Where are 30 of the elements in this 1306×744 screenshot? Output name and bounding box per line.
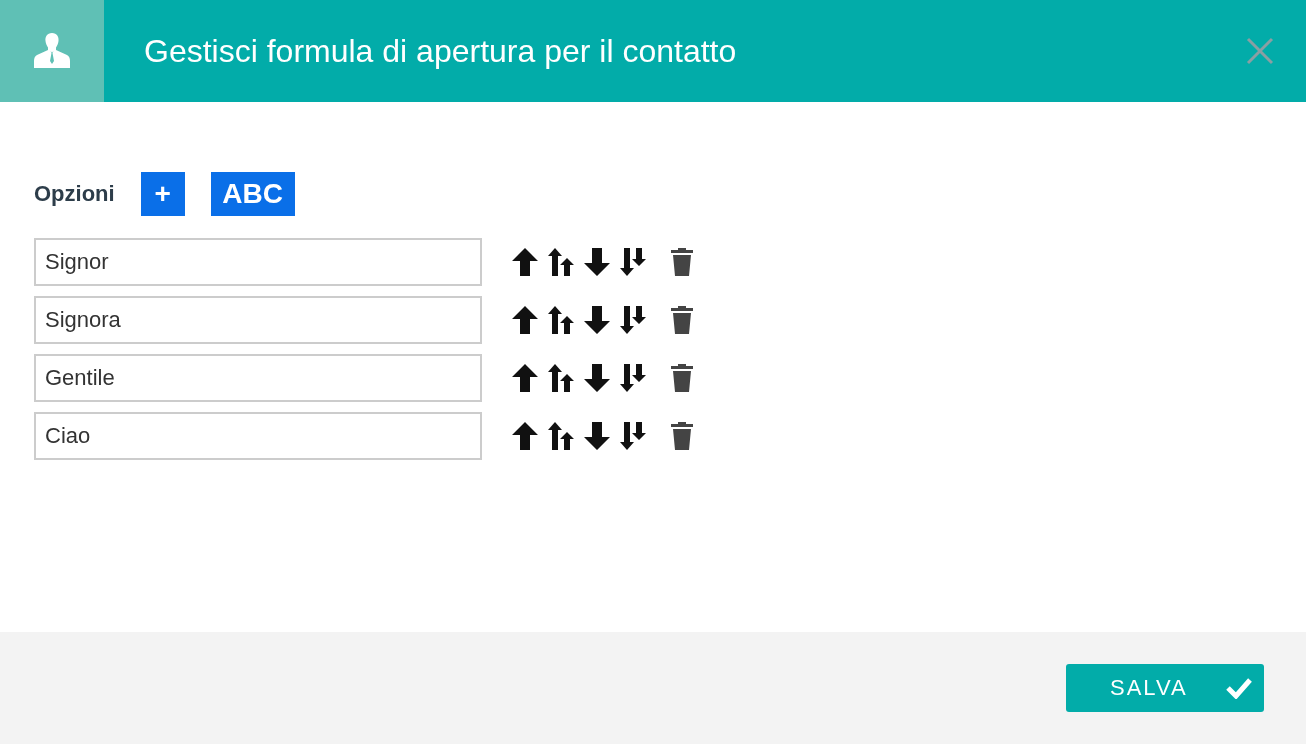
arrow-down-icon[interactable]	[584, 422, 610, 450]
option-field[interactable]: Signora	[34, 296, 482, 344]
options-label: Opzioni	[34, 181, 115, 207]
double-arrow-down-icon[interactable]	[620, 422, 646, 450]
double-arrow-up-icon[interactable]	[548, 364, 574, 392]
double-arrow-down-icon[interactable]	[620, 364, 646, 392]
trash-icon[interactable]	[670, 364, 694, 392]
trash-icon[interactable]	[670, 422, 694, 450]
arrow-up-icon[interactable]	[512, 248, 538, 276]
arrow-up-icon[interactable]	[512, 422, 538, 450]
option-field[interactable]: Gentile	[34, 354, 482, 402]
dialog-title: Gestisci formula di apertura per il contatto	[144, 32, 738, 70]
double-arrow-down-icon[interactable]	[620, 306, 646, 334]
arrow-up-icon[interactable]	[512, 364, 538, 392]
arrow-up-icon[interactable]	[512, 306, 538, 334]
double-arrow-up-icon[interactable]	[548, 306, 574, 334]
person-icon	[33, 33, 71, 69]
double-arrow-up-icon[interactable]	[548, 422, 574, 450]
abc-button[interactable]: ABC	[210, 172, 295, 216]
arrow-down-icon[interactable]	[584, 248, 610, 276]
double-arrow-up-icon[interactable]	[548, 248, 574, 276]
arrow-down-icon[interactable]	[584, 364, 610, 392]
arrow-down-icon[interactable]	[584, 306, 610, 334]
option-field[interactable]: Ciao	[34, 412, 482, 460]
option-field[interactable]: Signor	[34, 238, 482, 286]
check-icon	[1226, 677, 1252, 699]
double-arrow-down-icon[interactable]	[620, 248, 646, 276]
trash-icon[interactable]	[670, 306, 694, 334]
add-button[interactable]: +	[140, 172, 185, 216]
trash-icon[interactable]	[670, 248, 694, 276]
